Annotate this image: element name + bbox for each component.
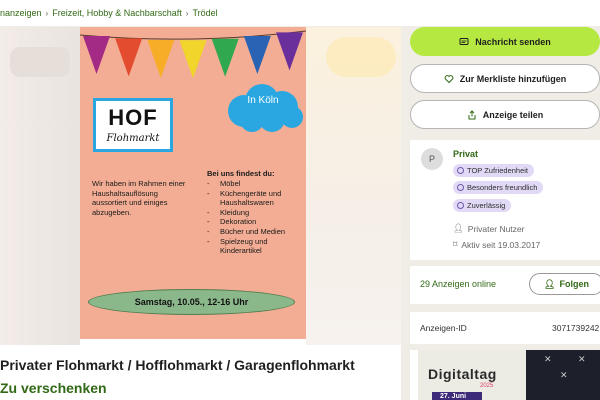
active-since-label: Aktiv seit 19.03.2017 [461,239,541,250]
badge-top-satisfaction: TOP Zufriedenheit [453,164,535,177]
flag-pennant [276,32,303,71]
list-item: Kleidung [207,208,302,218]
flag-pennant [115,38,143,77]
advertisement-banner[interactable]: Digitaltag 2025 27. Juni ✕ ✕ ✕ [410,350,600,400]
bunting-flags-icon [80,30,306,79]
flyer-item-list: Möbel Küchengeräte und Haushaltswaren Kl… [207,179,302,256]
share-ad-label: Anzeige teilen [482,109,544,120]
bookmark-icon: ⌑ [453,239,458,249]
seller-active-since: ⌑ Aktiv seit 19.03.2017 [453,239,540,250]
flyer-list-title: Bei uns findest du: [207,169,275,178]
ads-online-link[interactable]: 29 Anzeigen online [420,279,496,289]
flag-pennant [211,38,239,77]
list-item: Dekoration [207,217,302,227]
seller-card: P Privat TOP Zufriedenheit Besonders fre… [410,140,600,260]
breadcrumb-item-category[interactable]: Freizeit, Hobby & Nachbarschaft [52,8,182,18]
flyer-title: HOF [108,105,158,130]
badge-label: Zuverlässig [467,201,506,210]
flag-pennant [179,40,207,79]
gallery-next-image-preview[interactable] [306,27,401,345]
seller-ads-row: 29 Anzeigen online 👤︎ Folgen [410,266,600,304]
list-item: Spielzeug und Kinderartikel [207,237,302,256]
gallery-prev-image-preview[interactable] [0,27,80,345]
badge-friendly: Besonders freundlich [453,181,544,194]
banner-date: 27. Juni [432,392,482,400]
ad-header: Privater Flohmarkt / Hofflohmarkt / Gara… [0,345,401,400]
chevron-right-icon: › [45,8,49,18]
breadcrumb-item-subcategory[interactable]: Trödel [192,8,217,18]
sparkle-icon: ✕ [578,354,586,364]
ad-id-value: 3071739242 [552,323,600,333]
banner-title: Digitaltag [428,366,497,382]
flag-pennant [243,36,271,74]
badge-label: Besonders freundlich [467,183,538,192]
send-message-button[interactable]: Nachricht senden [410,27,600,56]
flyer-title-box: HOF Flohmarkt [93,98,173,152]
ad-title: Privater Flohmarkt / Hofflohmarkt / Gara… [0,357,355,373]
ad-id-label: Anzeigen-ID [420,323,467,333]
seller-kind: 👤︎ Privater Nutzer [453,223,524,234]
message-icon [459,37,469,45]
sparkle-icon: ✕ [560,370,568,380]
list-item: Küchengeräte und Haushaltswaren [207,189,302,208]
main-ad-image[interactable]: HOF Flohmarkt In Köln Wir haben im Rahme… [80,27,306,339]
follow-button[interactable]: 👤︎ Folgen [529,273,600,295]
send-message-label: Nachricht senden [475,36,551,47]
check-circle-icon [457,202,464,209]
banner-year: 2025 [480,383,494,389]
badge-label: TOP Zufriedenheit [467,166,529,175]
breadcrumb-item-home[interactable]: nanzeigen [0,8,42,18]
banner-content: Digitaltag 2025 27. Juni ✕ ✕ ✕ [418,350,600,400]
share-icon [468,109,476,119]
ad-price: Zu verschenken [0,380,107,396]
heart-icon [444,74,454,83]
cloud-icon [228,84,303,132]
ad-id-row: Anzeigen-ID 3071739242 [410,312,600,344]
smiley-icon [457,184,464,191]
user-icon: 👤︎ [453,223,464,233]
list-item: Bücher und Medien [207,227,302,237]
user-plus-icon: 👤︎ [544,278,556,289]
chevron-right-icon: › [185,8,189,18]
follow-label: Folgen [559,279,589,289]
seller-type-link[interactable]: Privat [453,149,478,159]
share-ad-button[interactable]: Anzeige teilen [410,100,600,129]
add-to-watchlist-label: Zur Merkliste hinzufügen [459,73,567,84]
banner-image: ✕ ✕ ✕ [526,350,600,400]
badge-reliable: Zuverlässig [453,199,512,212]
seller-kind-label: Privater Nutzer [467,223,525,234]
flag-pennant [83,36,110,74]
flyer-subtitle: Flohmarkt [106,133,160,144]
add-to-watchlist-button[interactable]: Zur Merkliste hinzufügen [410,64,600,93]
flyer-location: In Köln [247,95,279,106]
flag-pennant [147,39,175,78]
avatar[interactable]: P [421,148,443,170]
flyer-description: Wir haben im Rahmen einer Haushaltsauflö… [92,179,186,217]
list-item: Möbel [207,179,302,189]
smiley-icon [457,167,464,174]
flyer-date: Samstag, 10.05., 12-16 Uhr [88,289,295,315]
breadcrumb: nanzeigen › Freizeit, Hobby & Nachbarsch… [0,0,600,26]
sparkle-icon: ✕ [544,354,552,364]
